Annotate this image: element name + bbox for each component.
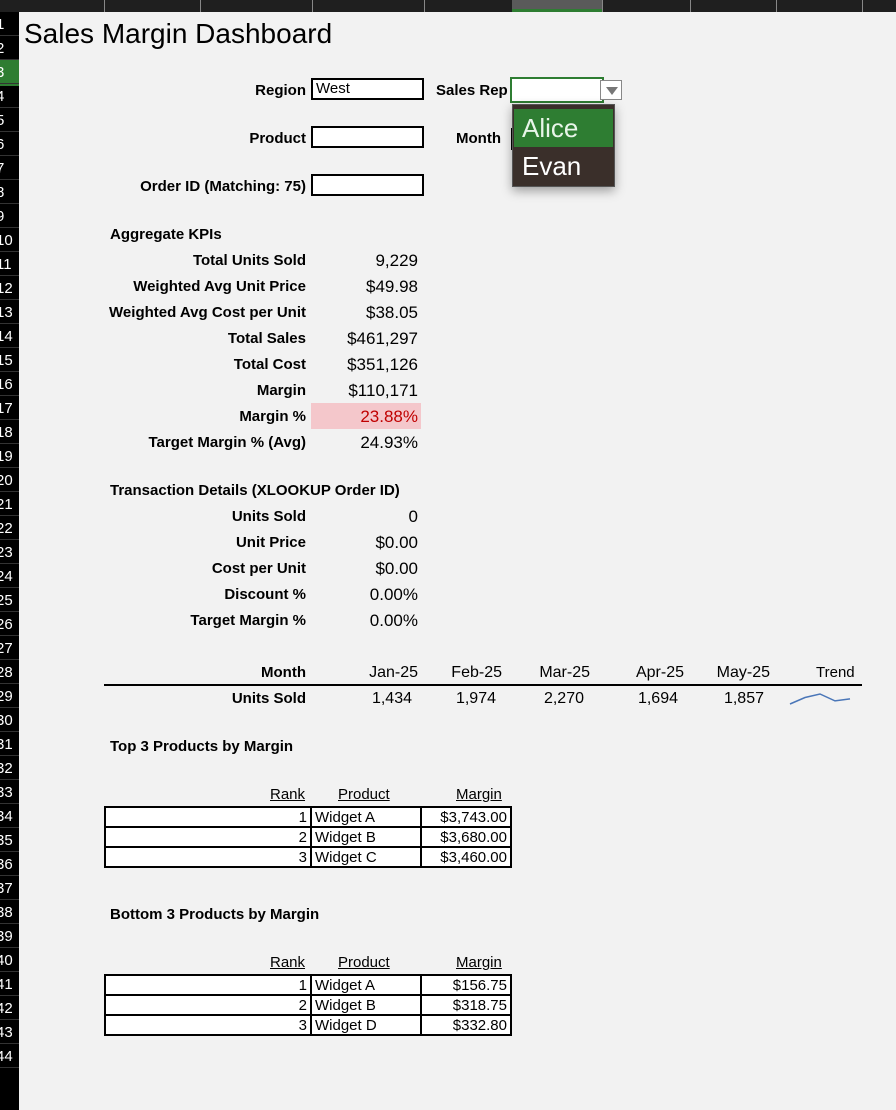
kpi-section-header: Aggregate KPIs	[110, 226, 222, 243]
table-cell-margin: $3,460.00	[420, 846, 512, 868]
top3-header: Top 3 Products by Margin	[110, 738, 294, 755]
bottom3-header: Bottom 3 Products by Margin	[110, 906, 320, 923]
row-header-strip[interactable]: 1234567891011121314151617181920212223242…	[0, 12, 19, 1110]
region-input[interactable]: West	[311, 78, 424, 100]
table-row: 3 Widget C $3,460.00	[104, 846, 512, 868]
table-cell-rank: 1	[104, 974, 312, 996]
dropdown-arrow-icon[interactable]	[600, 80, 622, 100]
month-header-cell: Mar-25	[539, 664, 590, 681]
table-cell-rank: 2	[104, 994, 312, 1016]
transaction-label: Unit Price	[235, 534, 306, 551]
dropdown-option-alice[interactable]: Alice	[514, 109, 613, 147]
table-cell-product: Widget A	[310, 806, 422, 828]
table-row: 1 Widget A $156.75	[104, 974, 512, 996]
table-cell-margin: $3,680.00	[420, 826, 512, 848]
transaction-section-header: Transaction Details (XLOOKUP Order ID)	[110, 482, 400, 499]
top3-col-rank: Rank	[270, 786, 306, 803]
month-row-label: Month	[261, 664, 306, 681]
trend-label: Trend	[816, 664, 855, 681]
transaction-label: Units Sold	[231, 508, 306, 525]
table-cell-rank: 3	[104, 1014, 312, 1036]
table-row: 1 Widget A $3,743.00	[104, 806, 512, 828]
month-header-cell: Jan-25	[369, 664, 418, 681]
kpi-value: $38.05	[366, 303, 418, 322]
table-cell-rank: 1	[104, 806, 312, 828]
units-cell: 2,270	[543, 690, 584, 707]
table-cell-rank: 3	[104, 846, 312, 868]
table-cell-margin: $332.80	[420, 1014, 512, 1036]
month-label: Month	[456, 130, 501, 147]
region-label: Region	[255, 82, 306, 99]
kpi-label: Weighted Avg Cost per Unit	[109, 304, 306, 321]
kpi-value: $49.98	[366, 277, 418, 296]
units-cell: 1,974	[455, 690, 496, 707]
table-row: 2 Widget B $318.75	[104, 994, 512, 1016]
table-cell-margin: $3,743.00	[420, 806, 512, 828]
table-cell-rank: 2	[104, 826, 312, 848]
sales-rep-dropdown-list[interactable]: Alice Evan	[512, 104, 615, 187]
transaction-value: $0.00	[375, 533, 418, 552]
transaction-value: 0.00%	[369, 585, 418, 604]
kpi-label: Total Units Sold	[192, 252, 306, 269]
bottom3-table: 1 Widget A $156.75 2 Widget B $318.75 3 Widget …	[104, 974, 512, 1036]
kpi-label: Total Cost	[233, 356, 306, 373]
table-cell-product: Widget A	[310, 974, 422, 996]
kpi-value: $461,297	[347, 329, 418, 348]
bottom3-col-product: Product	[338, 954, 390, 971]
transaction-value: 0.00%	[369, 611, 418, 630]
top3-col-margin: Margin	[456, 786, 502, 803]
units-cell: 1,857	[723, 690, 764, 707]
table-row: 3 Widget D $332.80	[104, 1014, 512, 1036]
trend-sparkline	[789, 693, 851, 705]
kpi-label: Margin	[256, 382, 306, 399]
month-header-cell: Feb-25	[451, 664, 502, 681]
bottom3-col-rank: Rank	[270, 954, 306, 971]
selected-column-header[interactable]	[512, 0, 602, 12]
page-title: Sales Margin Dashboard	[24, 18, 333, 49]
table-cell-margin: $156.75	[420, 974, 512, 996]
kpi-value: 23.88%	[360, 407, 418, 426]
product-label: Product	[249, 130, 306, 147]
product-input[interactable]	[311, 126, 424, 148]
column-header-strip[interactable]	[0, 0, 896, 12]
kpi-label: Weighted Avg Unit Price	[133, 278, 306, 295]
dropdown-option-evan[interactable]: Evan	[514, 147, 613, 185]
table-cell-product: Widget B	[310, 826, 422, 848]
transaction-label: Target Margin %	[190, 612, 306, 629]
sales-rep-input[interactable]	[510, 77, 604, 103]
units-cell: 1,434	[371, 690, 412, 707]
transaction-value: 0	[408, 507, 418, 526]
table-cell-margin: $318.75	[420, 994, 512, 1016]
bottom3-col-margin: Margin	[456, 954, 502, 971]
month-header-cell: May-25	[716, 664, 770, 681]
table-cell-product: Widget C	[310, 846, 422, 868]
table-row: 2 Widget B $3,680.00	[104, 826, 512, 848]
transaction-label: Cost per Unit	[211, 560, 306, 577]
top3-col-product: Product	[338, 786, 390, 803]
table-cell-product: Widget D	[310, 1014, 422, 1036]
kpi-value: $110,171	[348, 381, 418, 400]
order-id-label: Order ID (Matching: 75)	[140, 178, 306, 195]
kpi-value: 9,229	[375, 251, 418, 270]
month-header-underline	[104, 684, 862, 686]
kpi-value: 24.93%	[360, 433, 418, 452]
units-row-label: Units Sold	[231, 690, 306, 707]
sales-rep-label: Sales Rep	[436, 82, 508, 99]
order-id-input[interactable]	[311, 174, 424, 196]
kpi-label: Margin %	[239, 408, 306, 425]
kpi-label: Total Sales	[227, 330, 306, 347]
transaction-label: Discount %	[224, 586, 306, 603]
top3-table: 1 Widget A $3,743.00 2 Widget B $3,680.00 3 Wid…	[104, 806, 512, 868]
month-header-cell: Apr-25	[635, 664, 684, 681]
units-cell: 1,694	[637, 690, 678, 707]
kpi-label: Target Margin % (Avg)	[148, 434, 306, 451]
kpi-value: $351,126	[347, 355, 418, 374]
transaction-value: $0.00	[375, 559, 418, 578]
table-cell-product: Widget B	[310, 994, 422, 1016]
